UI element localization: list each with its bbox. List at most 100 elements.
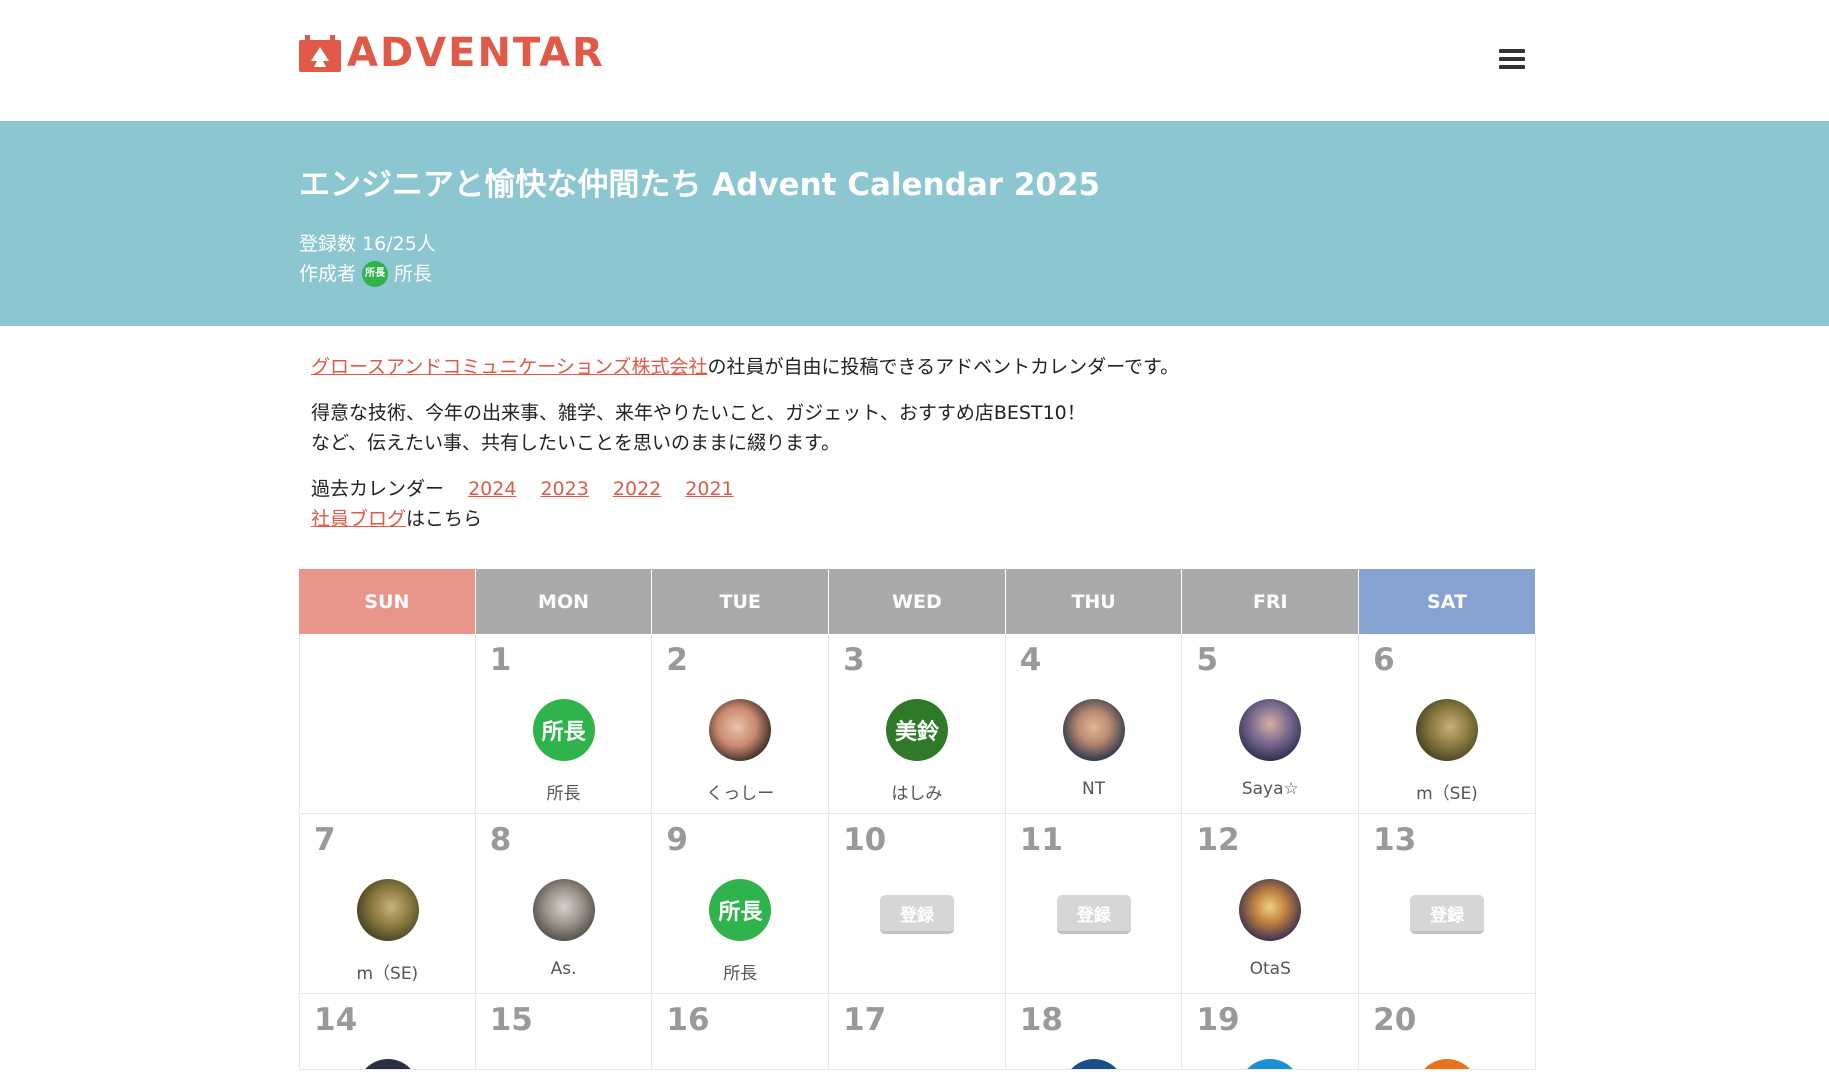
user-avatar[interactable] (1062, 1059, 1125, 1069)
header-fri: FRI (1182, 569, 1360, 634)
past-year-link-2024[interactable]: 2024 (468, 478, 516, 500)
user-name[interactable]: 所長 (476, 779, 652, 804)
header-mon: MON (475, 569, 653, 634)
calendar-logo-icon (299, 34, 341, 72)
header-sat: SAT (1359, 569, 1536, 634)
user-name[interactable]: m（SE) (300, 959, 475, 984)
calendar-meta: 登録数 16/25人 作成者 所長 所長 (299, 229, 436, 289)
day-number: 8 (489, 822, 512, 858)
day-number: 4 (1019, 642, 1042, 678)
company-link[interactable]: グロースアンドコミュニケーションズ株式会社 (311, 356, 708, 378)
user-avatar[interactable]: 美鈴 (886, 699, 949, 761)
calendar-cell-20: 20 (1359, 994, 1536, 1070)
calendar-week-3: 14 15 16 17 18 19 20 (299, 994, 1536, 1070)
calendar-cell-18: 18 (1005, 994, 1183, 1070)
logo-text: ADVENTAR (347, 30, 605, 76)
day-number: 2 (666, 642, 688, 678)
user-avatar[interactable] (1239, 879, 1302, 941)
day-number: 17 (843, 1002, 887, 1038)
user-name[interactable]: Saya☆ (1182, 779, 1358, 799)
calendar-cell-3: 3 美鈴 はしみ (829, 634, 1006, 814)
user-avatar[interactable] (357, 879, 419, 941)
calendar-cell-6: 6 m（SE) (1359, 634, 1536, 814)
day-number: 7 (314, 822, 336, 858)
calendar-cell-2: 2 くっしー (652, 634, 830, 814)
author-row: 作成者 所長 所長 (299, 259, 436, 289)
header-wed: WED (829, 569, 1006, 634)
user-avatar[interactable]: 所長 (532, 699, 595, 761)
register-button[interactable]: 登録 (880, 895, 955, 934)
header-thu: THU (1005, 569, 1183, 634)
calendar-cell-14: 14 (299, 994, 476, 1070)
header-tue: TUE (652, 569, 830, 634)
registered-count: 登録数 16/25人 (299, 233, 436, 255)
user-avatar[interactable] (1416, 1059, 1479, 1069)
advent-calendar: SUN MON TUE WED THU FRI SAT 1 所長 所長 2 くっ… (299, 569, 1536, 1070)
calendar-week-2: 7 m（SE) 8 As. 9 所長 所長 10 登録 11 登録 12 Ota… (299, 814, 1536, 994)
day-number: 6 (1373, 642, 1395, 678)
day-number: 15 (489, 1002, 533, 1038)
desc-line1: グロースアンドコミュニケーションズ株式会社の社員が自由に投稿できるアドベントカレ… (311, 352, 1551, 382)
day-number: 3 (843, 642, 865, 678)
calendar-cell-13: 13 登録 (1359, 814, 1536, 994)
calendar-cell-8: 8 As. (475, 814, 653, 994)
calendar-description: グロースアンドコミュニケーションズ株式会社の社員が自由に投稿できるアドベントカレ… (311, 352, 1551, 550)
past-year-link-2022[interactable]: 2022 (613, 478, 661, 500)
day-number: 12 (1196, 822, 1240, 858)
user-avatar[interactable] (1416, 699, 1479, 761)
desc-line2: 得意な技術、今年の出来事、雑学、来年やりたいこと、ガジェット、おすすめ店BEST… (311, 398, 1551, 458)
calendar-cell-4: 4 NT (1005, 634, 1183, 814)
blog-link-rest: はこちら (406, 508, 483, 530)
past-calendars-label: 過去カレンダー (311, 478, 445, 500)
past-year-link-2023[interactable]: 2023 (540, 478, 588, 500)
adventar-logo[interactable]: ADVENTAR (299, 33, 605, 73)
day-number: 16 (666, 1002, 710, 1038)
user-avatar[interactable] (709, 699, 772, 761)
author-name[interactable]: 所長 (394, 259, 432, 289)
past-calendars: 過去カレンダー 2024 2023 2022 2021 社員ブログはこちら (311, 474, 1551, 534)
user-name[interactable]: 所長 (652, 959, 828, 984)
calendar-cell-10: 10 登録 (829, 814, 1006, 994)
day-number: 10 (843, 822, 887, 858)
desc-line1-rest: の社員が自由に投稿できるアドベントカレンダーです。 (707, 356, 1180, 378)
user-avatar[interactable] (1239, 1059, 1302, 1069)
day-number: 5 (1196, 642, 1219, 678)
page-title: エンジニアと愉快な仲間たち Advent Calendar 2025 (299, 167, 1101, 203)
desc-line3-text: など、伝えたい事、共有したいことを思いのままに綴ります。 (311, 432, 841, 454)
user-name[interactable]: くっしー (652, 779, 828, 804)
author-avatar[interactable]: 所長 (362, 261, 389, 287)
day-number: 18 (1019, 1002, 1063, 1038)
calendar-cell-5: 5 Saya☆ (1182, 634, 1360, 814)
calendar-banner: エンジニアと愉快な仲間たち Advent Calendar 2025 登録数 1… (0, 121, 1829, 326)
author-label: 作成者 (299, 263, 357, 285)
calendar-cell-19: 19 (1182, 994, 1360, 1070)
day-number: 9 (666, 822, 688, 858)
calendar-cell-15: 15 (475, 994, 653, 1070)
calendar-cell-11: 11 登録 (1005, 814, 1183, 994)
hamburger-menu-icon[interactable] (1499, 49, 1525, 73)
user-avatar[interactable] (1239, 699, 1302, 761)
calendar-cell-12: 12 OtaS (1182, 814, 1360, 994)
day-number: 19 (1196, 1002, 1240, 1038)
user-name[interactable]: As. (476, 959, 652, 979)
register-button[interactable]: 登録 (1410, 895, 1485, 934)
user-name[interactable]: OtaS (1182, 959, 1358, 979)
user-name[interactable]: はしみ (829, 779, 1005, 804)
day-number: 1 (489, 642, 512, 678)
calendar-header-row: SUN MON TUE WED THU FRI SAT (299, 569, 1536, 634)
user-name[interactable]: NT (1006, 779, 1182, 799)
user-name[interactable]: m（SE) (1359, 779, 1535, 804)
blog-link[interactable]: 社員ブログ (311, 508, 406, 530)
day-number: 20 (1373, 1002, 1417, 1038)
desc-line2-text: 得意な技術、今年の出来事、雑学、来年やりたいこと、ガジェット、おすすめ店BEST… (311, 402, 1086, 424)
user-avatar[interactable] (1062, 699, 1125, 761)
register-button[interactable]: 登録 (1056, 895, 1131, 934)
day-number: 11 (1019, 822, 1063, 858)
calendar-cell-7: 7 m（SE) (299, 814, 476, 994)
past-year-link-2021[interactable]: 2021 (685, 478, 733, 500)
user-avatar[interactable] (357, 1059, 419, 1069)
site-header: ADVENTAR (0, 0, 1829, 121)
user-avatar[interactable]: 所長 (709, 879, 772, 941)
user-avatar[interactable] (532, 879, 595, 941)
day-number: 13 (1373, 822, 1417, 858)
